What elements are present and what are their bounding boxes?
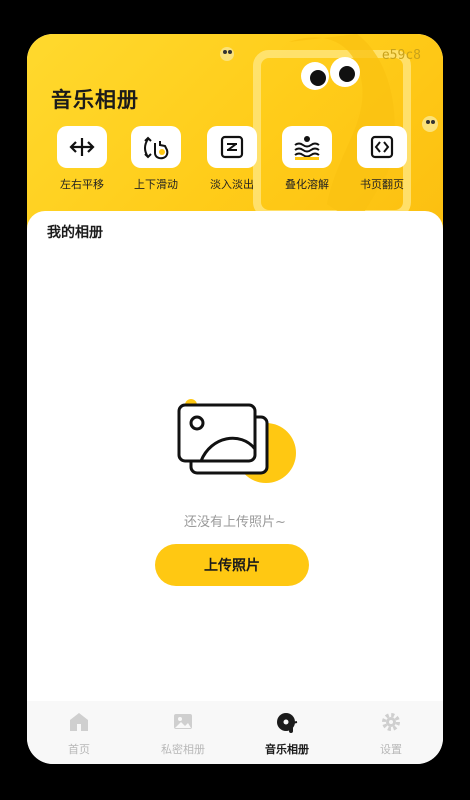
effect-label: 淡入淡出 — [210, 178, 254, 191]
effect-label: 左右平移 — [60, 178, 104, 191]
tab-music-album[interactable]: 音乐相册 — [235, 711, 339, 757]
tab-label: 设置 — [380, 743, 402, 756]
effect-label: 上下滑动 — [134, 178, 178, 191]
effect-horizontal-pan[interactable]: 左右平移 — [47, 126, 117, 192]
private-album-icon — [174, 714, 192, 729]
corner-id-tag: e59c8 — [381, 48, 421, 63]
upload-photo-button[interactable]: 上传照片 — [155, 544, 309, 586]
dissolve-waves-icon — [294, 136, 320, 160]
swipe-hand-icon — [144, 136, 169, 160]
phone-screen: e59c8 音乐相册 左右平移 上下滑动 淡入淡出 叠化溶解 书页翻页 我的相册… — [27, 34, 443, 764]
effect-tile — [357, 126, 407, 168]
effect-label: 叠化溶解 — [285, 178, 329, 191]
empty-state-text: 还没有上传照片~ — [184, 515, 286, 530]
album-panel: 我的相册 还没有上传照片~ 上传照片 — [27, 211, 443, 701]
page-flip-icon — [370, 135, 394, 159]
music-disc-icon — [277, 713, 298, 733]
tab-label: 音乐相册 — [265, 743, 309, 756]
hero-banner: e59c8 音乐相册 左右平移 上下滑动 淡入淡出 叠化溶解 书页翻页 — [27, 34, 443, 234]
tab-home[interactable]: 首页 — [27, 711, 131, 757]
effect-label: 书页翻页 — [360, 178, 404, 191]
gear-icon — [382, 713, 400, 731]
effect-tile — [57, 126, 107, 168]
page-title: 音乐相册 — [51, 88, 139, 112]
effect-fade[interactable]: 淡入淡出 — [197, 126, 267, 192]
effect-tile — [131, 126, 181, 168]
effect-tile — [282, 126, 332, 168]
fade-icon — [220, 135, 244, 159]
tab-settings[interactable]: 设置 — [339, 711, 443, 757]
empty-album-illustration — [177, 399, 296, 483]
tab-private-album[interactable]: 私密相册 — [131, 711, 235, 757]
horizontal-arrows-icon — [69, 138, 95, 156]
effect-vertical-slide[interactable]: 上下滑动 — [121, 126, 191, 192]
effect-tile — [207, 126, 257, 168]
effect-dissolve[interactable]: 叠化溶解 — [272, 126, 342, 192]
tab-label: 私密相册 — [161, 743, 205, 756]
effect-page-flip[interactable]: 书页翻页 — [347, 126, 417, 192]
tab-label: 首页 — [68, 743, 90, 756]
bottom-tab-bar: 首页 私密相册 音乐相册 设置 — [27, 701, 443, 764]
home-icon — [70, 713, 88, 731]
section-title: 我的相册 — [47, 225, 103, 241]
effect-list: 左右平移 上下滑动 淡入淡出 叠化溶解 书页翻页 — [47, 126, 443, 196]
